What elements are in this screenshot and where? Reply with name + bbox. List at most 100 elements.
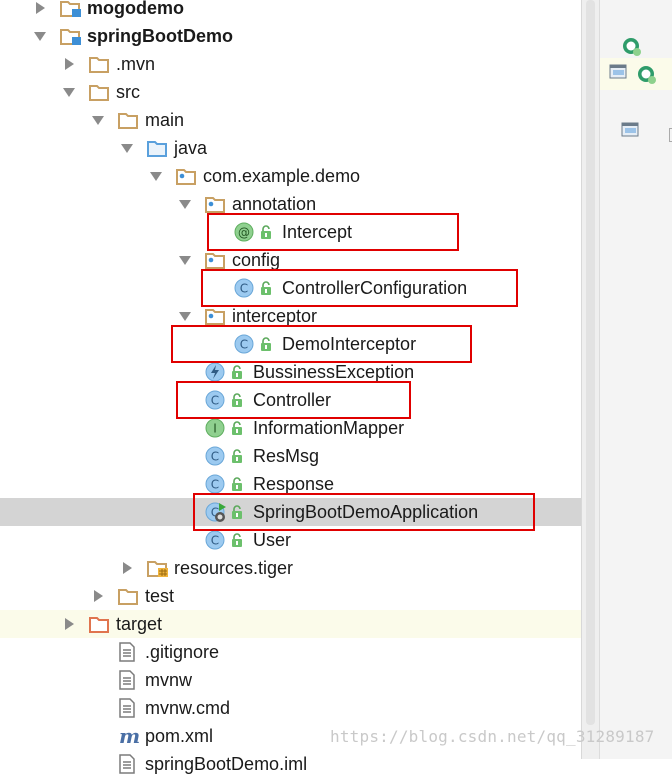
tree-node-label: pom.xml xyxy=(145,725,214,746)
excluded-folder-icon xyxy=(89,614,109,634)
lock-icon xyxy=(259,224,273,240)
tree-node-gitignore[interactable]: .gitignore xyxy=(0,638,581,666)
collapse-arrow-icon[interactable] xyxy=(121,142,133,154)
tree-node-main[interactable]: main xyxy=(0,106,581,134)
tree-node-informationmapper[interactable]: I InformationMapper xyxy=(0,414,581,442)
tree-node-interceptor[interactable]: interceptor xyxy=(0,302,581,330)
tree-node-config[interactable]: config xyxy=(0,246,581,274)
collapse-arrow-icon[interactable] xyxy=(179,254,191,266)
tree-node-label: Controller xyxy=(253,389,332,410)
tree-node-label: mogodemo xyxy=(87,0,184,18)
tree-node-response[interactable]: C Response xyxy=(0,470,581,498)
tree-node-demointerceptor[interactable]: C DemoInterceptor xyxy=(0,330,581,358)
tree-node-springbootdemo[interactable]: springBootDemo xyxy=(0,22,581,50)
tree-node-controller[interactable]: C Controller xyxy=(0,386,581,414)
tree-node-mvn[interactable]: .mvn xyxy=(0,50,581,78)
tree-node-label: interceptor xyxy=(232,305,318,326)
tree-node-com-example-demo[interactable]: com.example.demo xyxy=(0,162,581,190)
tree-node-mogodemo[interactable]: mogodemo xyxy=(0,0,581,22)
class-icon: C xyxy=(234,278,254,298)
annotation-icon: @ xyxy=(234,222,254,242)
resources-folder-icon xyxy=(147,558,168,578)
module-folder-icon xyxy=(60,26,81,46)
expand-arrow-icon[interactable] xyxy=(63,618,75,630)
svg-text:C: C xyxy=(240,338,248,352)
svg-text:C: C xyxy=(211,394,219,408)
spring-bean-icon[interactable] xyxy=(621,36,643,58)
expand-arrow-icon[interactable] xyxy=(63,58,75,70)
expand-arrow-icon[interactable] xyxy=(92,590,104,602)
tree-node-bussinessexception[interactable]: BussinessException xyxy=(0,358,581,386)
class-icon: C xyxy=(205,390,225,410)
class-icon: C xyxy=(205,530,225,550)
text-file-icon xyxy=(118,754,138,774)
vertical-scrollbar[interactable] xyxy=(581,0,600,759)
tree-node-intercept[interactable]: @ Intercept xyxy=(0,218,581,246)
svg-text:C: C xyxy=(211,450,219,464)
collapse-arrow-icon[interactable] xyxy=(63,86,75,98)
tree-node-label: .mvn xyxy=(116,53,156,74)
tree-node-label: resources.tiger xyxy=(174,557,294,578)
tree-node-src[interactable]: src xyxy=(0,78,581,106)
tree-node-java[interactable]: java xyxy=(0,134,581,162)
collapse-arrow-icon[interactable] xyxy=(92,114,104,126)
text-file-icon xyxy=(118,698,138,718)
window-icon[interactable] xyxy=(609,64,629,82)
collapse-arrow-icon[interactable] xyxy=(34,30,46,42)
collapse-arrow-icon[interactable] xyxy=(179,198,191,210)
tree-node-label: User xyxy=(253,529,292,550)
expand-arrow-icon[interactable] xyxy=(121,562,133,574)
lock-icon xyxy=(230,476,244,492)
interface-icon: I xyxy=(205,418,225,438)
exception-class-icon xyxy=(205,362,225,382)
tree-node-label: SpringBootDemoApplication xyxy=(253,501,479,522)
package-icon xyxy=(205,194,225,214)
tree-node-resmsg[interactable]: C ResMsg xyxy=(0,442,581,470)
scrollbar-thumb[interactable] xyxy=(586,0,595,725)
tree-node-annotation[interactable]: annotation xyxy=(0,190,581,218)
tree-node-label: InformationMapper xyxy=(253,417,405,438)
tree-node-springbootdemo-iml[interactable]: springBootDemo.iml xyxy=(0,750,581,778)
tree-node-user[interactable]: C User xyxy=(0,526,581,554)
collapse-arrow-icon[interactable] xyxy=(150,170,162,182)
tree-node-resources-tiger[interactable]: resources.tiger xyxy=(0,554,581,582)
class-icon: C xyxy=(234,334,254,354)
lock-icon xyxy=(230,420,244,436)
tree-node-mvnw-cmd[interactable]: mvnw.cmd xyxy=(0,694,581,722)
folder-icon xyxy=(118,110,138,130)
window-icon[interactable] xyxy=(621,122,641,140)
lock-icon xyxy=(230,448,244,464)
tree-node-label: config xyxy=(232,249,281,270)
class-icon: C xyxy=(205,474,225,494)
tree-node-label: DemoInterceptor xyxy=(282,333,417,354)
tree-node-label: com.example.demo xyxy=(203,165,361,186)
tree-node-label: springBootDemo xyxy=(87,25,233,46)
package-icon xyxy=(176,166,196,186)
tree-node-springbootdemoapplication[interactable]: C SpringBootDemoApplication xyxy=(0,498,581,526)
tree-node-target[interactable]: target xyxy=(0,610,581,638)
tree-node-mvnw[interactable]: mvnw xyxy=(0,666,581,694)
spring-bean-icon[interactable] xyxy=(636,64,658,86)
folder-icon xyxy=(89,82,109,102)
watermark-text: https://blog.csdn.net/qq_31289187 xyxy=(330,727,655,746)
spring-boot-app-icon: C xyxy=(205,502,226,522)
folder-icon xyxy=(89,54,109,74)
tree-node-label: java xyxy=(174,137,208,158)
collapse-arrow-icon[interactable] xyxy=(179,310,191,322)
svg-text:C: C xyxy=(211,534,219,548)
svg-text:m: m xyxy=(119,726,140,746)
maven-icon: m xyxy=(118,724,140,748)
tree-node-controllerconfiguration[interactable]: C ControllerConfiguration xyxy=(0,274,581,302)
module-folder-icon xyxy=(60,0,81,18)
lock-icon xyxy=(230,532,244,548)
tree-node-label: .gitignore xyxy=(145,641,220,662)
project-tree: mogodemo springBootDemo .mvn src main java com… xyxy=(0,0,581,774)
svg-text:C: C xyxy=(240,282,248,296)
package-icon xyxy=(205,306,225,326)
expand-arrow-icon[interactable] xyxy=(34,2,46,14)
lock-icon xyxy=(230,504,244,520)
tree-node-label: mvnw.cmd xyxy=(145,697,231,718)
tree-node-label: BussinessException xyxy=(253,361,415,382)
svg-text:C: C xyxy=(211,478,219,492)
tree-node-test[interactable]: test xyxy=(0,582,581,610)
